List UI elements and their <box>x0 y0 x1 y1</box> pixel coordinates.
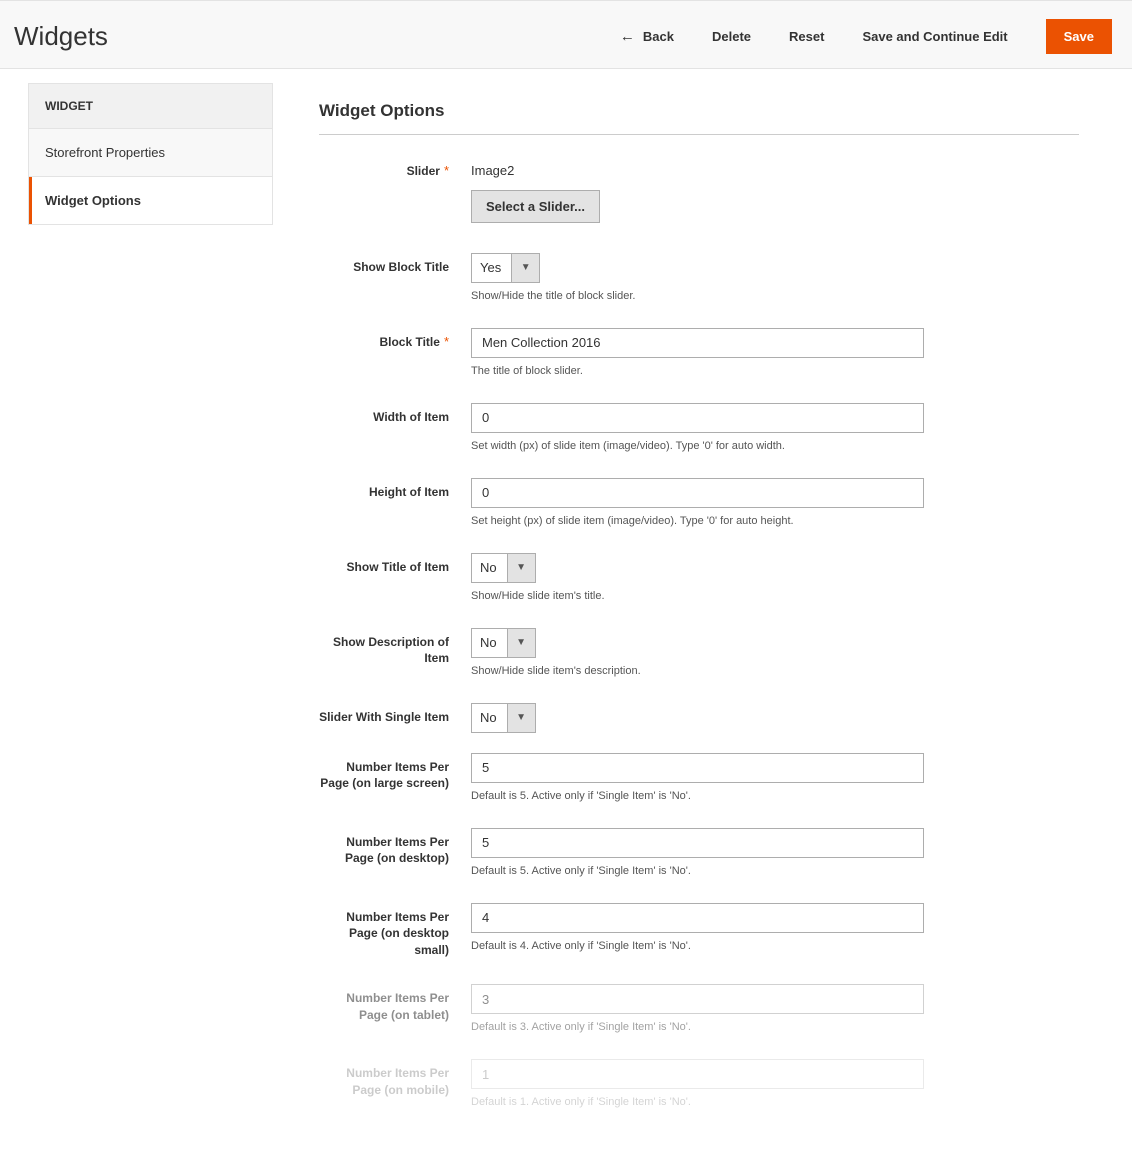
delete-button[interactable]: Delete <box>712 29 751 44</box>
select-value: Yes <box>472 254 511 282</box>
items-desktop-small-label: Number Items Per Page (on desktop small) <box>346 910 449 957</box>
reset-button[interactable]: Reset <box>789 29 824 44</box>
items-large-label: Number Items Per Page (on large screen) <box>320 760 449 791</box>
sidebar: WIDGET Storefront Properties Widget Opti… <box>28 83 273 1134</box>
items-tablet-hint: Default is 3. Active only if 'Single Ite… <box>471 1021 1079 1033</box>
sidebar-item-label: Storefront Properties <box>45 145 165 160</box>
header-actions: ← Back Delete Reset Save and Continue Ed… <box>620 19 1112 54</box>
items-tablet-input[interactable] <box>471 984 924 1014</box>
section-title: Widget Options <box>319 83 1079 135</box>
items-desktop-label: Number Items Per Page (on desktop) <box>345 835 449 866</box>
items-desktop-hint: Default is 5. Active only if 'Single Ite… <box>471 865 1079 877</box>
single-item-label: Slider With Single Item <box>319 710 449 724</box>
select-value: No <box>472 629 507 657</box>
chevron-down-icon[interactable]: ▼ <box>507 704 535 732</box>
show-title-item-hint: Show/Hide slide item's title. <box>471 590 1079 602</box>
items-mobile-hint: Default is 1. Active only if 'Single Ite… <box>471 1096 1079 1108</box>
height-of-item-label: Height of Item <box>369 485 449 499</box>
slider-label: Slider <box>407 164 440 178</box>
arrow-left-icon: ← <box>620 29 635 44</box>
page-header: Widgets ← Back Delete Reset Save and Con… <box>0 0 1132 69</box>
show-desc-item-select[interactable]: No ▼ <box>471 628 536 658</box>
show-title-item-label: Show Title of Item <box>347 560 449 574</box>
single-item-select[interactable]: No ▼ <box>471 703 536 733</box>
chevron-down-icon[interactable]: ▼ <box>507 554 535 582</box>
items-large-hint: Default is 5. Active only if 'Single Ite… <box>471 790 1079 802</box>
items-tablet-label: Number Items Per Page (on tablet) <box>346 991 449 1022</box>
block-title-label: Block Title <box>379 335 439 349</box>
show-desc-item-label: Show Description of Item <box>333 635 449 666</box>
show-desc-item-hint: Show/Hide slide item's description. <box>471 665 1079 677</box>
back-button[interactable]: ← Back <box>620 29 674 44</box>
select-value: No <box>472 704 507 732</box>
block-title-input[interactable] <box>471 328 924 358</box>
width-of-item-hint: Set width (px) of slide item (image/vide… <box>471 440 1079 452</box>
height-of-item-input[interactable] <box>471 478 924 508</box>
chevron-down-icon[interactable]: ▼ <box>511 254 539 282</box>
sidebar-item-widget-options[interactable]: Widget Options <box>29 177 272 224</box>
back-label: Back <box>643 29 674 44</box>
sidebar-heading: WIDGET <box>29 84 272 129</box>
show-title-item-select[interactable]: No ▼ <box>471 553 536 583</box>
width-of-item-label: Width of Item <box>373 410 449 424</box>
select-slider-button[interactable]: Select a Slider... <box>471 190 600 223</box>
block-title-hint: The title of block slider. <box>471 365 1079 377</box>
sidebar-item-label: Widget Options <box>45 193 141 208</box>
width-of-item-input[interactable] <box>471 403 924 433</box>
chevron-down-icon[interactable]: ▼ <box>507 629 535 657</box>
show-block-title-label: Show Block Title <box>353 260 449 274</box>
show-block-title-hint: Show/Hide the title of block slider. <box>471 290 1079 302</box>
items-mobile-label: Number Items Per Page (on mobile) <box>346 1066 449 1097</box>
items-mobile-input[interactable] <box>471 1059 924 1089</box>
items-large-input[interactable] <box>471 753 924 783</box>
show-block-title-select[interactable]: Yes ▼ <box>471 253 540 283</box>
save-continue-button[interactable]: Save and Continue Edit <box>862 29 1007 44</box>
items-desktop-input[interactable] <box>471 828 924 858</box>
items-desktop-small-input[interactable] <box>471 903 924 933</box>
items-desktop-small-hint: Default is 4. Active only if 'Single Ite… <box>471 940 1079 952</box>
slider-value: Image2 <box>471 157 1079 178</box>
height-of-item-hint: Set height (px) of slide item (image/vid… <box>471 515 1079 527</box>
select-value: No <box>472 554 507 582</box>
page-title: Widgets <box>14 21 108 52</box>
sidebar-item-storefront-properties[interactable]: Storefront Properties <box>29 129 272 177</box>
save-button[interactable]: Save <box>1046 19 1112 54</box>
